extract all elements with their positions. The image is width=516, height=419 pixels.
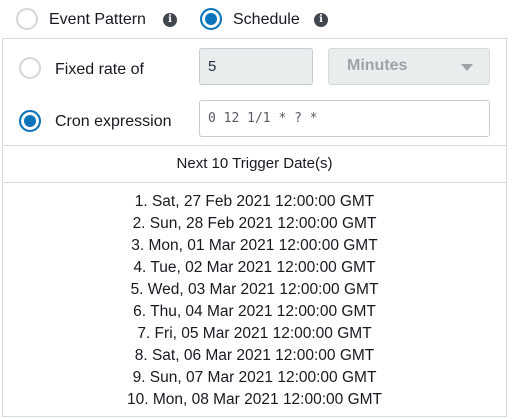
- trigger-dates-title: Next 10 Trigger Date(s): [176, 155, 333, 172]
- divider: [3, 182, 506, 183]
- trigger-dates-list: 1. Sat, 27 Feb 2021 12:00:00 GMT 2. Sun,…: [3, 192, 506, 412]
- trigger-date-item: 2. Sun, 28 Feb 2021 12:00:00 GMT: [132, 215, 377, 232]
- cron-expression-radio[interactable]: [19, 110, 41, 132]
- trigger-date-item: 5. Wed, 03 Mar 2021 12:00:00 GMT: [130, 281, 379, 298]
- fixed-rate-radio[interactable]: [19, 57, 41, 79]
- event-pattern-info-icon[interactable]: i: [163, 13, 177, 27]
- cron-expression-input[interactable]: 0 12 1/1 * ? *: [199, 100, 490, 137]
- fixed-rate-input[interactable]: 5: [199, 48, 313, 85]
- schedule-info-icon[interactable]: i: [314, 13, 328, 27]
- trigger-date-item: 8. Sat, 06 Mar 2021 12:00:00 GMT: [134, 347, 375, 364]
- trigger-date-item: 6. Thu, 04 Mar 2021 12:00:00 GMT: [133, 303, 376, 320]
- rate-unit-select[interactable]: Minutes: [328, 48, 490, 85]
- event-source-type: Event Pattern i Schedule i: [0, 0, 516, 38]
- schedule-panel: Fixed rate of 5 Minutes Cron expression …: [2, 38, 507, 417]
- trigger-date-item: 3. Mon, 01 Mar 2021 12:00:00 GMT: [131, 237, 378, 254]
- schedule-label[interactable]: Schedule: [233, 10, 300, 30]
- trigger-date-item: 7. Fri, 05 Mar 2021 12:00:00 GMT: [137, 325, 372, 342]
- rate-unit-value: Minutes: [347, 57, 408, 74]
- event-pattern-radio[interactable]: [16, 8, 38, 30]
- trigger-date-item: 1. Sat, 27 Feb 2021 12:00:00 GMT: [134, 193, 375, 210]
- chevron-down-icon: [461, 64, 473, 71]
- trigger-date-item: 10. Mon, 08 Mar 2021 12:00:00 GMT: [126, 391, 383, 408]
- divider: [3, 145, 506, 146]
- trigger-date-item: 9. Sun, 07 Mar 2021 12:00:00 GMT: [132, 369, 377, 386]
- cron-expression-label[interactable]: Cron expression: [55, 112, 172, 132]
- event-pattern-label[interactable]: Event Pattern: [49, 10, 146, 30]
- schedule-radio[interactable]: [200, 8, 222, 30]
- fixed-rate-label[interactable]: Fixed rate of: [55, 60, 144, 80]
- trigger-date-item: 4. Tue, 02 Mar 2021 12:00:00 GMT: [133, 259, 376, 276]
